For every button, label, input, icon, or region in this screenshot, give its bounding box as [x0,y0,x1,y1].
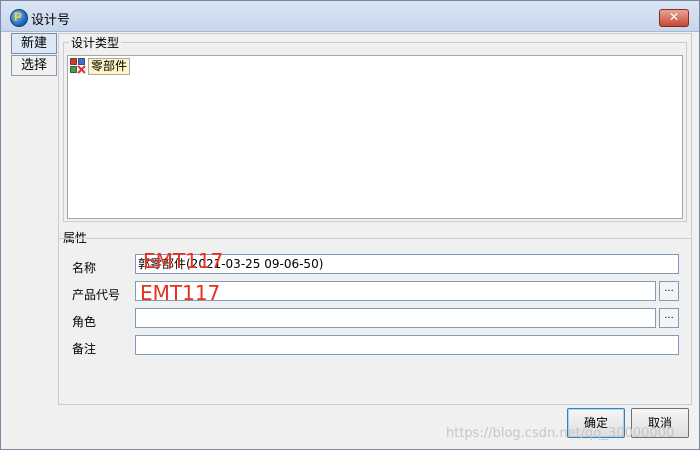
remark-label: 备注 [72,342,97,356]
tab-strip: 新建 选择 [11,33,57,77]
product-code-browse-button[interactable]: ... [659,281,679,301]
design-type-list[interactable]: 零部件 [67,55,683,219]
content-panel: 设计类型 零部件 属性 名称 郭零部件(2021-03-25 09-06-50) [58,33,692,405]
role-browse-button[interactable]: ... [659,308,679,328]
name-label: 名称 [72,261,97,275]
window-title: 设计号 [31,13,71,28]
product-code-overlay-text: EMT117 [140,281,221,305]
design-type-legend: 设计类型 [69,34,122,51]
part-icon [70,58,86,74]
remark-field[interactable] [135,335,679,355]
name-overlay-text: EMT117 [143,249,224,273]
close-button[interactable]: ✕ [659,9,689,27]
dialog-window: P 设计号 ✕ 新建 选择 设计类型 零部件 属性 名称 郭零部件(2021-0… [0,0,700,450]
role-label: 角色 [72,315,97,329]
role-field[interactable] [135,308,656,328]
tab-select[interactable]: 选择 [11,55,57,76]
design-type-item-label: 零部件 [88,58,131,75]
product-code-label: 产品代号 [72,288,121,302]
app-logo-icon: P [10,9,28,27]
design-type-group: 设计类型 零部件 [63,34,687,222]
watermark-text: https://blog.csdn.net/qq_30000000 [446,426,675,441]
tab-new[interactable]: 新建 [11,33,57,54]
title-bar[interactable]: P 设计号 ✕ [1,1,699,32]
